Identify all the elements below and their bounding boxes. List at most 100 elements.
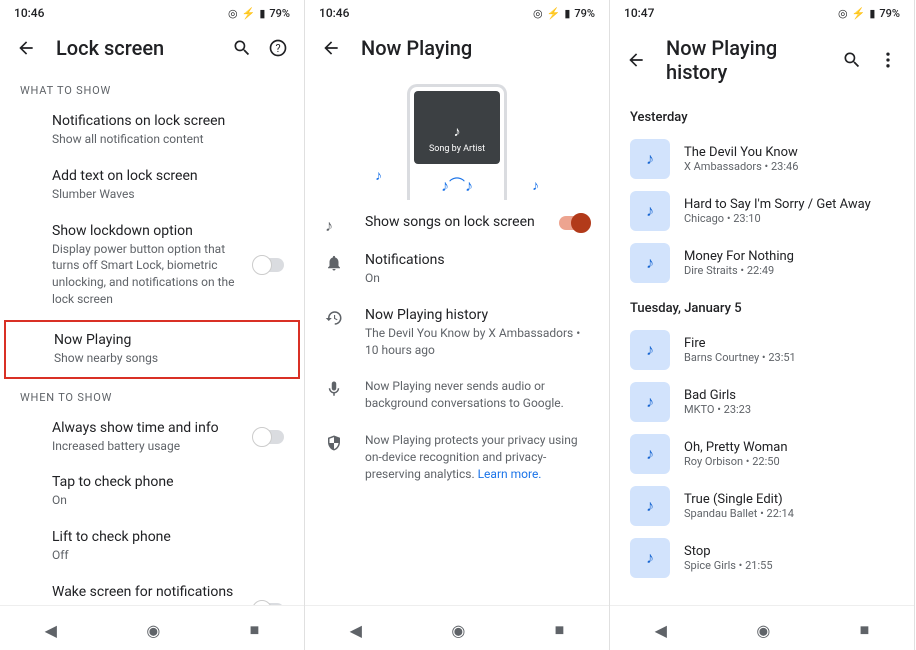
phone-now-playing: 10:46 ◎ ⚡▮ 79% Now Playing ♪ Song by Artis… <box>305 0 610 650</box>
wifi-icon: ⚡ <box>547 7 561 20</box>
day-label: Yesterday <box>610 98 914 133</box>
nav-recent-icon[interactable]: ■ <box>250 620 260 640</box>
section-what-to-show: WHAT TO SHOW <box>0 74 304 103</box>
row-now-playing[interactable]: Now PlayingShow nearby songs <box>4 320 300 379</box>
header: Now Playing <box>305 24 609 74</box>
header: Now Playing history <box>610 24 914 98</box>
preview-illustration: ♪ Song by Artist ♪⌒♪ ♪ ♪ <box>305 74 609 204</box>
nav-back-icon[interactable]: ◀ <box>655 621 667 640</box>
nav-back-icon[interactable]: ◀ <box>350 621 362 640</box>
battery-pct: 79% <box>879 7 900 20</box>
back-icon[interactable] <box>626 50 646 70</box>
music-note-icon: ♪ <box>375 167 382 184</box>
section-when-to-show: WHEN TO SHOW <box>0 381 304 410</box>
nav-home-icon[interactable]: ◉ <box>451 621 465 640</box>
toggle-lockdown[interactable] <box>254 258 284 272</box>
row-add-text[interactable]: Add text on lock screenSlumber Waves <box>0 158 304 213</box>
content-scroll[interactable]: WHAT TO SHOW Notifications on lock scree… <box>0 74 304 605</box>
row-notifications[interactable]: Notifications On <box>305 242 609 297</box>
status-icons: ◎ ⚡▮ 79% <box>533 7 595 20</box>
day-label: Tuesday, January 5 <box>610 289 914 324</box>
preview-text: Song by Artist <box>420 144 494 154</box>
song-item[interactable]: ♪The Devil You KnowX Ambassadors • 23:46 <box>610 133 914 185</box>
nav-home-icon[interactable]: ◉ <box>756 621 770 640</box>
mic-icon <box>325 380 343 398</box>
row-privacy-audio: Now Playing never sends audio or backgro… <box>305 368 609 422</box>
status-bar: 10:47 ◎ ⚡▮ 79% <box>610 0 914 24</box>
nav-home-icon[interactable]: ◉ <box>146 621 160 640</box>
nav-recent-icon[interactable]: ■ <box>555 620 565 640</box>
nav-bar: ◀ ◉ ■ <box>305 605 609 650</box>
status-bar: 10:46 ◎ ⚡▮ 79% <box>305 0 609 24</box>
nav-bar: ◀ ◉ ■ <box>0 605 304 650</box>
music-note-icon: ♪ <box>630 139 670 179</box>
wifi-icon: ⚡ <box>242 7 256 20</box>
row-history[interactable]: Now Playing history The Devil You Know b… <box>305 297 609 369</box>
battery-icon: ▮ <box>564 7 570 20</box>
song-item[interactable]: ♪Bad GirlsMKTO • 23:23 <box>610 376 914 428</box>
search-icon[interactable] <box>232 38 252 58</box>
nav-recent-icon[interactable]: ■ <box>860 620 870 640</box>
content-scroll[interactable]: Yesterday ♪The Devil You KnowX Ambassado… <box>610 98 914 605</box>
battery-pct: 79% <box>574 7 595 20</box>
phone-history: 10:47 ◎ ⚡▮ 79% Now Playing history Yesterd… <box>610 0 915 650</box>
music-note-icon: ♪ <box>325 216 333 236</box>
phone-lock-screen: 10:46 ◎ ⚡ ▮ 79% Lock screen ? WHAT TO SH… <box>0 0 305 650</box>
back-icon[interactable] <box>16 38 36 58</box>
status-time: 10:46 <box>14 6 44 20</box>
status-icons: ◎ ⚡▮ 79% <box>838 7 900 20</box>
toggle-wake-screen[interactable] <box>254 603 284 605</box>
battery-icon: ▮ <box>869 7 875 20</box>
status-time: 10:47 <box>624 6 654 20</box>
vibrate-icon: ◎ <box>228 7 238 20</box>
nav-bar: ◀ ◉ ■ <box>610 605 914 650</box>
header: Lock screen ? <box>0 24 304 74</box>
song-item[interactable]: ♪Hard to Say I'm Sorry / Get AwayChicago… <box>610 185 914 237</box>
music-note-icon: ♪ <box>630 434 670 474</box>
more-icon[interactable] <box>878 50 898 70</box>
row-tap-check[interactable]: Tap to check phoneOn <box>0 464 304 519</box>
bell-icon <box>325 254 343 272</box>
wifi-icon: ⚡ <box>852 7 866 20</box>
status-time: 10:46 <box>319 6 349 20</box>
learn-more-link[interactable]: Learn more. <box>478 467 542 481</box>
content-scroll[interactable]: ♪ Song by Artist ♪⌒♪ ♪ ♪ ♪ Show songs on… <box>305 74 609 605</box>
vibrate-icon: ◎ <box>533 7 543 20</box>
toggle-show-songs[interactable] <box>559 216 589 230</box>
song-item[interactable]: ♪Oh, Pretty WomanRoy Orbison • 22:50 <box>610 428 914 480</box>
status-bar: 10:46 ◎ ⚡ ▮ 79% <box>0 0 304 24</box>
music-note-icon: ♪ <box>630 382 670 422</box>
music-note-icon: ♪ <box>532 177 539 194</box>
status-icons: ◎ ⚡ ▮ 79% <box>228 7 290 20</box>
song-item[interactable]: ♪StopSpice Girls • 21:55 <box>610 532 914 584</box>
song-item[interactable]: ♪Money For NothingDire Straits • 22:49 <box>610 237 914 289</box>
row-notifications[interactable]: Notifications on lock screenShow all not… <box>0 103 304 158</box>
device-preview: ♪ Song by Artist ♪⌒♪ <box>407 84 507 200</box>
row-lockdown[interactable]: Show lockdown optionDisplay power button… <box>0 213 304 318</box>
row-lift-check[interactable]: Lift to check phoneOff <box>0 519 304 574</box>
nav-back-icon[interactable]: ◀ <box>45 621 57 640</box>
toggle-always-show[interactable] <box>254 430 284 444</box>
row-always-show[interactable]: Always show time and infoIncreased batte… <box>0 410 304 465</box>
battery-pct: 79% <box>269 7 290 20</box>
music-note-icon: ♪ <box>630 486 670 526</box>
music-note-icon: ♪ <box>630 243 670 283</box>
help-icon[interactable]: ? <box>268 38 288 58</box>
vibrate-icon: ◎ <box>838 7 848 20</box>
song-item[interactable]: ♪True (Single Edit)Spandau Ballet • 22:1… <box>610 480 914 532</box>
svg-text:?: ? <box>275 42 280 55</box>
shield-icon <box>325 434 343 452</box>
search-icon[interactable] <box>842 50 862 70</box>
page-title: Now Playing history <box>666 36 822 84</box>
song-item[interactable]: ♪FireBarns Courtney • 23:51 <box>610 324 914 376</box>
device-screen: ♪ Song by Artist <box>414 91 500 164</box>
back-icon[interactable] <box>321 38 341 58</box>
music-note-icon: ♪ <box>630 538 670 578</box>
row-wake-screen[interactable]: Wake screen for notificationsWhen screen… <box>0 574 304 605</box>
row-show-songs[interactable]: ♪ Show songs on lock screen <box>305 204 609 242</box>
music-note-icon: ♪ <box>630 330 670 370</box>
music-note-icon: ♪ <box>630 191 670 231</box>
battery-icon: ▮ <box>259 7 265 20</box>
row-privacy-shield: Now Playing protects your privacy using … <box>305 422 609 492</box>
page-title: Lock screen <box>56 36 212 60</box>
